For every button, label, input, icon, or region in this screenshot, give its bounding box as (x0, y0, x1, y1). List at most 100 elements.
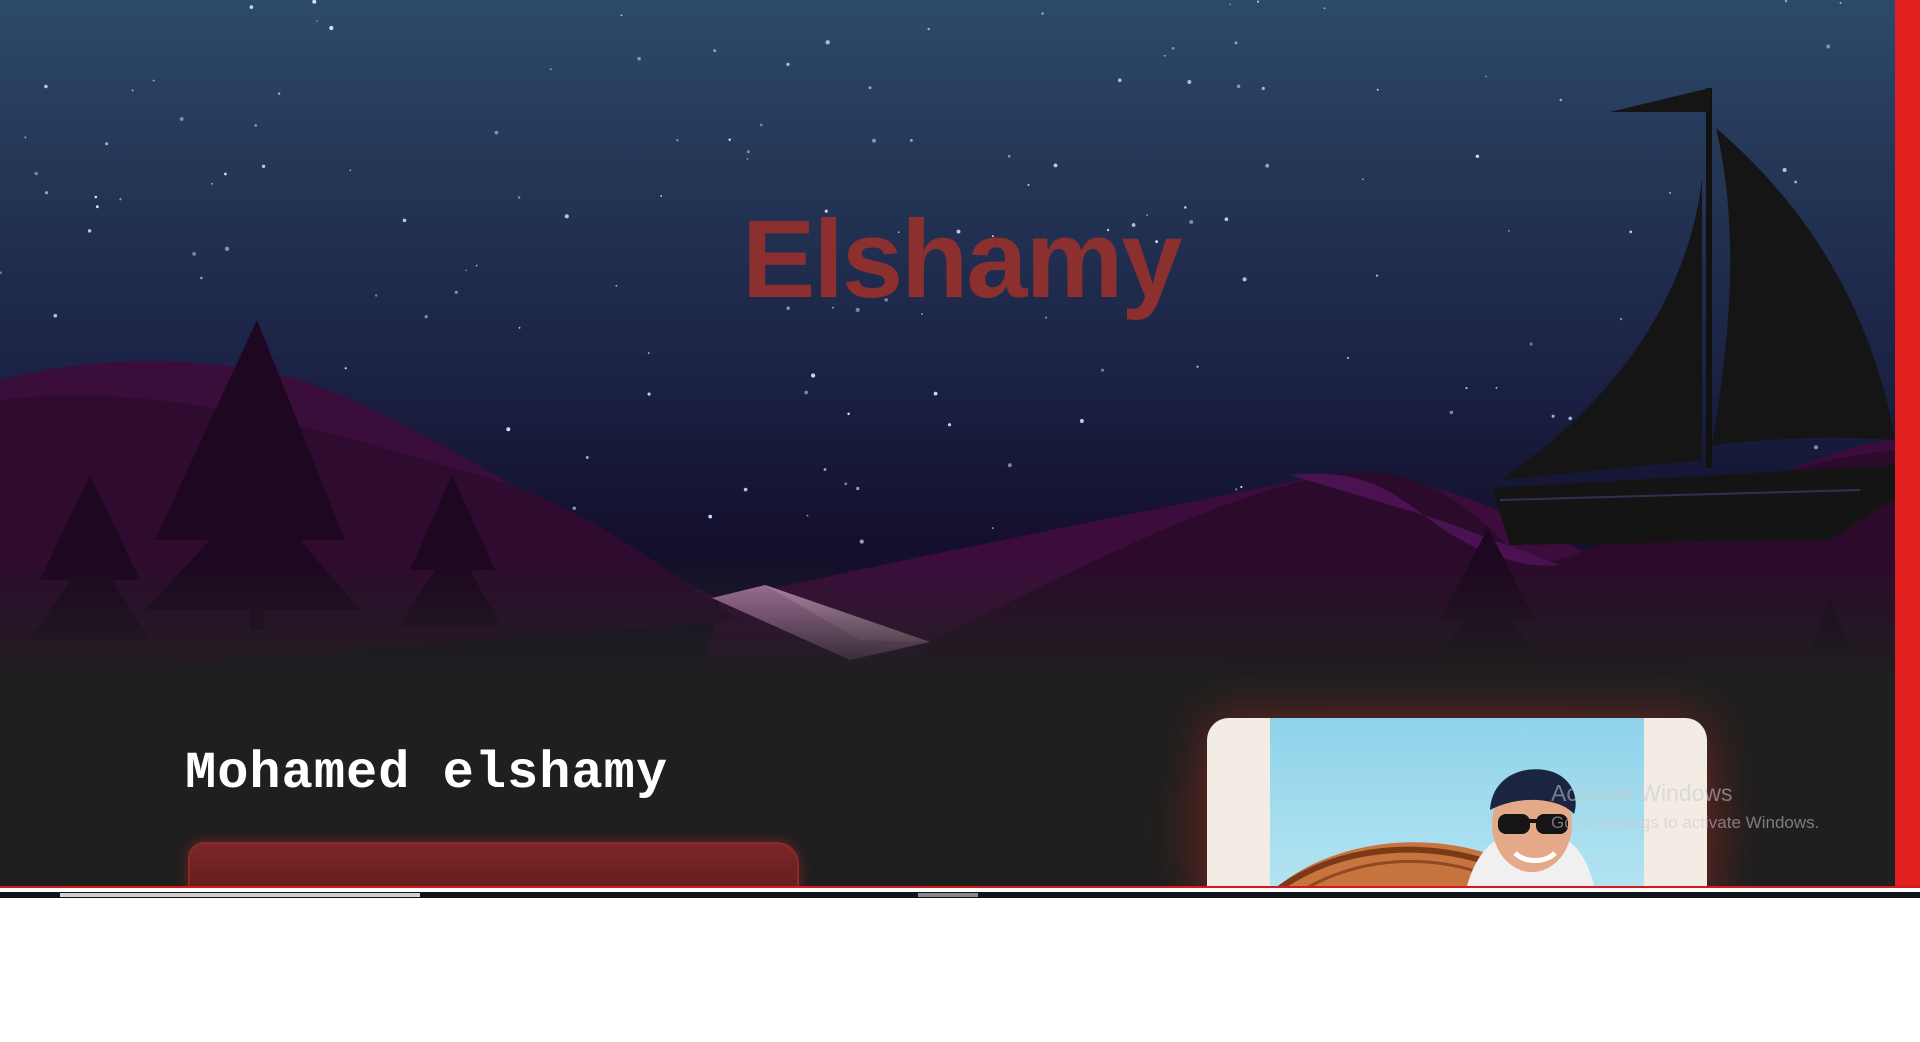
star (1375, 274, 1379, 277)
night-landscape-illustration (0, 0, 1895, 680)
star (910, 139, 913, 142)
star (1053, 163, 1058, 168)
star (94, 195, 98, 199)
star (210, 182, 213, 185)
star (1235, 488, 1238, 491)
star (1619, 317, 1623, 321)
star (1118, 78, 1122, 83)
bottom-frame-border (0, 886, 1920, 888)
star (34, 171, 38, 176)
star (743, 487, 748, 492)
star (344, 367, 347, 370)
star (1171, 47, 1175, 50)
star (1079, 418, 1084, 424)
star (1256, 0, 1260, 3)
star (868, 86, 872, 90)
star (1229, 3, 1232, 6)
star (1839, 1, 1842, 4)
star (179, 116, 184, 121)
star (746, 150, 750, 154)
star (374, 294, 378, 297)
star (1189, 220, 1194, 224)
star (572, 506, 576, 510)
star (1163, 54, 1166, 57)
scrollbar-thumb[interactable] (60, 893, 420, 897)
star (518, 326, 521, 329)
star (1782, 167, 1787, 173)
star (713, 49, 717, 53)
star (804, 390, 809, 395)
star (1240, 485, 1243, 489)
star (620, 14, 623, 17)
star (847, 412, 850, 416)
star (329, 25, 334, 31)
horizontal-scrollbar[interactable] (0, 892, 1920, 898)
star (424, 315, 428, 319)
star (1475, 154, 1480, 159)
star (349, 169, 352, 172)
star (844, 482, 848, 486)
star (647, 352, 650, 355)
star (1261, 86, 1265, 91)
star (87, 229, 92, 233)
star (947, 423, 952, 427)
star (44, 84, 48, 89)
star (1784, 0, 1788, 3)
star (224, 172, 227, 176)
sailboat-illustration (1492, 88, 1895, 545)
star (24, 136, 27, 139)
star (927, 27, 930, 31)
star (1449, 410, 1454, 415)
star (131, 89, 134, 92)
star (825, 40, 830, 45)
star (708, 514, 713, 519)
star (564, 214, 569, 219)
star (261, 164, 266, 168)
star (402, 218, 407, 223)
star (1794, 180, 1798, 184)
star (1361, 178, 1364, 181)
browser-viewport: Elshamy Mohamed elshamy (0, 0, 1920, 888)
star (786, 62, 790, 67)
star (1007, 154, 1011, 158)
star (1568, 416, 1572, 421)
star (200, 276, 203, 280)
star (810, 373, 816, 378)
star (224, 246, 230, 251)
star (0, 271, 2, 275)
star (615, 284, 618, 287)
star (1236, 84, 1241, 89)
star (475, 264, 478, 267)
star (872, 138, 876, 143)
star (1041, 12, 1044, 15)
star (1376, 88, 1379, 91)
star (517, 196, 521, 199)
right-frame-border (1895, 0, 1920, 888)
star (806, 514, 809, 517)
star (1495, 386, 1498, 389)
star (823, 468, 827, 471)
star (1224, 217, 1229, 222)
about-action-button[interactable] (188, 842, 799, 888)
star (254, 123, 258, 127)
scrollbar-thumb-secondary[interactable] (918, 893, 978, 897)
star (1813, 445, 1819, 450)
star (316, 19, 319, 22)
star (192, 252, 196, 256)
star (933, 391, 938, 396)
star (506, 427, 511, 432)
star (494, 130, 499, 135)
star (637, 56, 641, 61)
star (53, 313, 58, 318)
star (1629, 230, 1633, 234)
star (1323, 7, 1326, 10)
star (119, 198, 122, 201)
star (1101, 368, 1104, 372)
star (746, 158, 749, 160)
star (1242, 277, 1247, 282)
star (1346, 356, 1350, 360)
star (105, 142, 109, 146)
star (1507, 229, 1510, 232)
watermark-line-1: Activate Windows (1551, 780, 1733, 806)
star (991, 527, 994, 530)
